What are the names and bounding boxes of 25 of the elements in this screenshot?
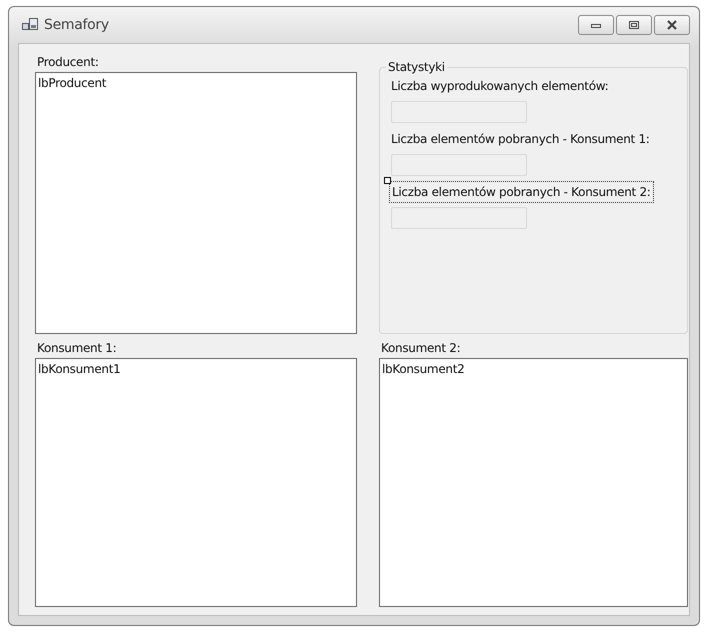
selection-handle-icon[interactable]	[384, 177, 391, 184]
group-title: Statystyki	[387, 60, 446, 74]
consumer-label: Konsument 1:	[37, 340, 118, 356]
producer-label: Producent:	[37, 54, 100, 70]
input-field[interactable]	[391, 207, 527, 229]
minimize-button[interactable]	[578, 15, 614, 35]
app-icon	[22, 18, 38, 32]
minimize-icon	[590, 21, 602, 29]
list-item[interactable]: lbProducent	[38, 76, 106, 90]
close-icon	[665, 20, 679, 30]
consumer-list-box[interactable]: lbKonsument2	[379, 358, 688, 607]
window-title: Semafory	[44, 17, 109, 33]
stat-label: Liczba elementów pobranych - Konsument 2:	[390, 182, 653, 202]
consumer-label: Konsument 2:	[381, 340, 462, 356]
list-item[interactable]: lbKonsument1	[38, 362, 120, 376]
maximize-icon	[628, 20, 640, 30]
close-button[interactable]	[654, 15, 690, 35]
producer-list-box[interactable]: lbProducent	[35, 72, 357, 334]
maximize-button[interactable]	[616, 15, 652, 35]
stat-label: Liczba wyprodukowanych elementów:	[390, 78, 610, 95]
input-field[interactable]	[391, 154, 527, 176]
stat-label: Liczba elementów pobranych - Konsument 1:	[390, 131, 651, 148]
input-field[interactable]	[391, 101, 527, 123]
list-item[interactable]: lbKonsument2	[382, 362, 464, 376]
consumer-list-box[interactable]: lbKonsument1	[35, 358, 357, 607]
